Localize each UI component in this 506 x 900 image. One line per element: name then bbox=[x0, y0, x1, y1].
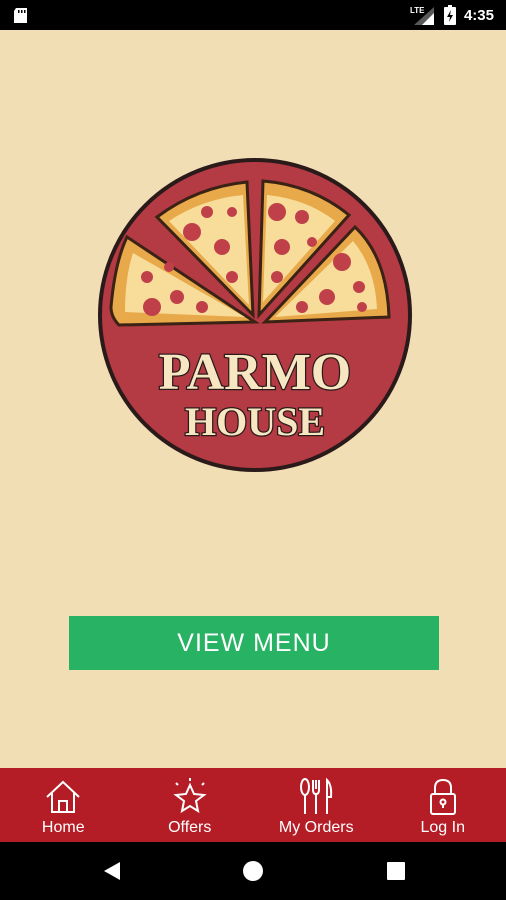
status-icons: LTE 4:35 bbox=[410, 4, 494, 26]
home-icon bbox=[46, 780, 80, 813]
star-icon bbox=[173, 778, 207, 814]
nav-label-my-orders: My Orders bbox=[278, 819, 354, 836]
clock: 4:35 bbox=[463, 6, 494, 24]
lte-signal-icon: LTE bbox=[410, 6, 434, 25]
back-button[interactable] bbox=[82, 842, 142, 900]
home-circle-icon bbox=[243, 861, 263, 881]
parmo-house-logo: PARMO HOUSE bbox=[98, 158, 412, 472]
battery-charging-icon bbox=[443, 5, 456, 25]
main-content: PARMO HOUSE VIEW MENU bbox=[0, 30, 506, 768]
nav-item-my-orders[interactable]: My Orders bbox=[253, 768, 380, 842]
nav-item-home[interactable]: Home bbox=[0, 768, 127, 842]
nav-item-offers[interactable]: Offers bbox=[127, 768, 254, 842]
status-bar: LTE 4:35 bbox=[0, 0, 506, 30]
logo-text-line1: PARMO bbox=[159, 344, 352, 401]
nav-label-log-in: Log In bbox=[420, 819, 465, 836]
recents-button[interactable] bbox=[366, 842, 426, 900]
nav-item-log-in[interactable]: Log In bbox=[380, 768, 506, 842]
cutlery-icon bbox=[300, 777, 333, 814]
nav-label-offers: Offers bbox=[168, 819, 212, 836]
back-icon bbox=[104, 862, 120, 880]
system-navigation-bar bbox=[0, 842, 506, 900]
logo-text-line2: HOUSE bbox=[185, 399, 325, 444]
nav-label-home: Home bbox=[41, 819, 85, 836]
bottom-navigation: Home Offers My Orders Log In bbox=[0, 768, 506, 842]
view-menu-button[interactable]: VIEW MENU bbox=[69, 616, 439, 670]
lock-icon bbox=[429, 778, 456, 815]
sd-card-icon bbox=[14, 8, 27, 23]
home-system-button[interactable] bbox=[223, 842, 283, 900]
network-label: LTE bbox=[410, 6, 425, 15]
recents-icon bbox=[387, 862, 405, 880]
